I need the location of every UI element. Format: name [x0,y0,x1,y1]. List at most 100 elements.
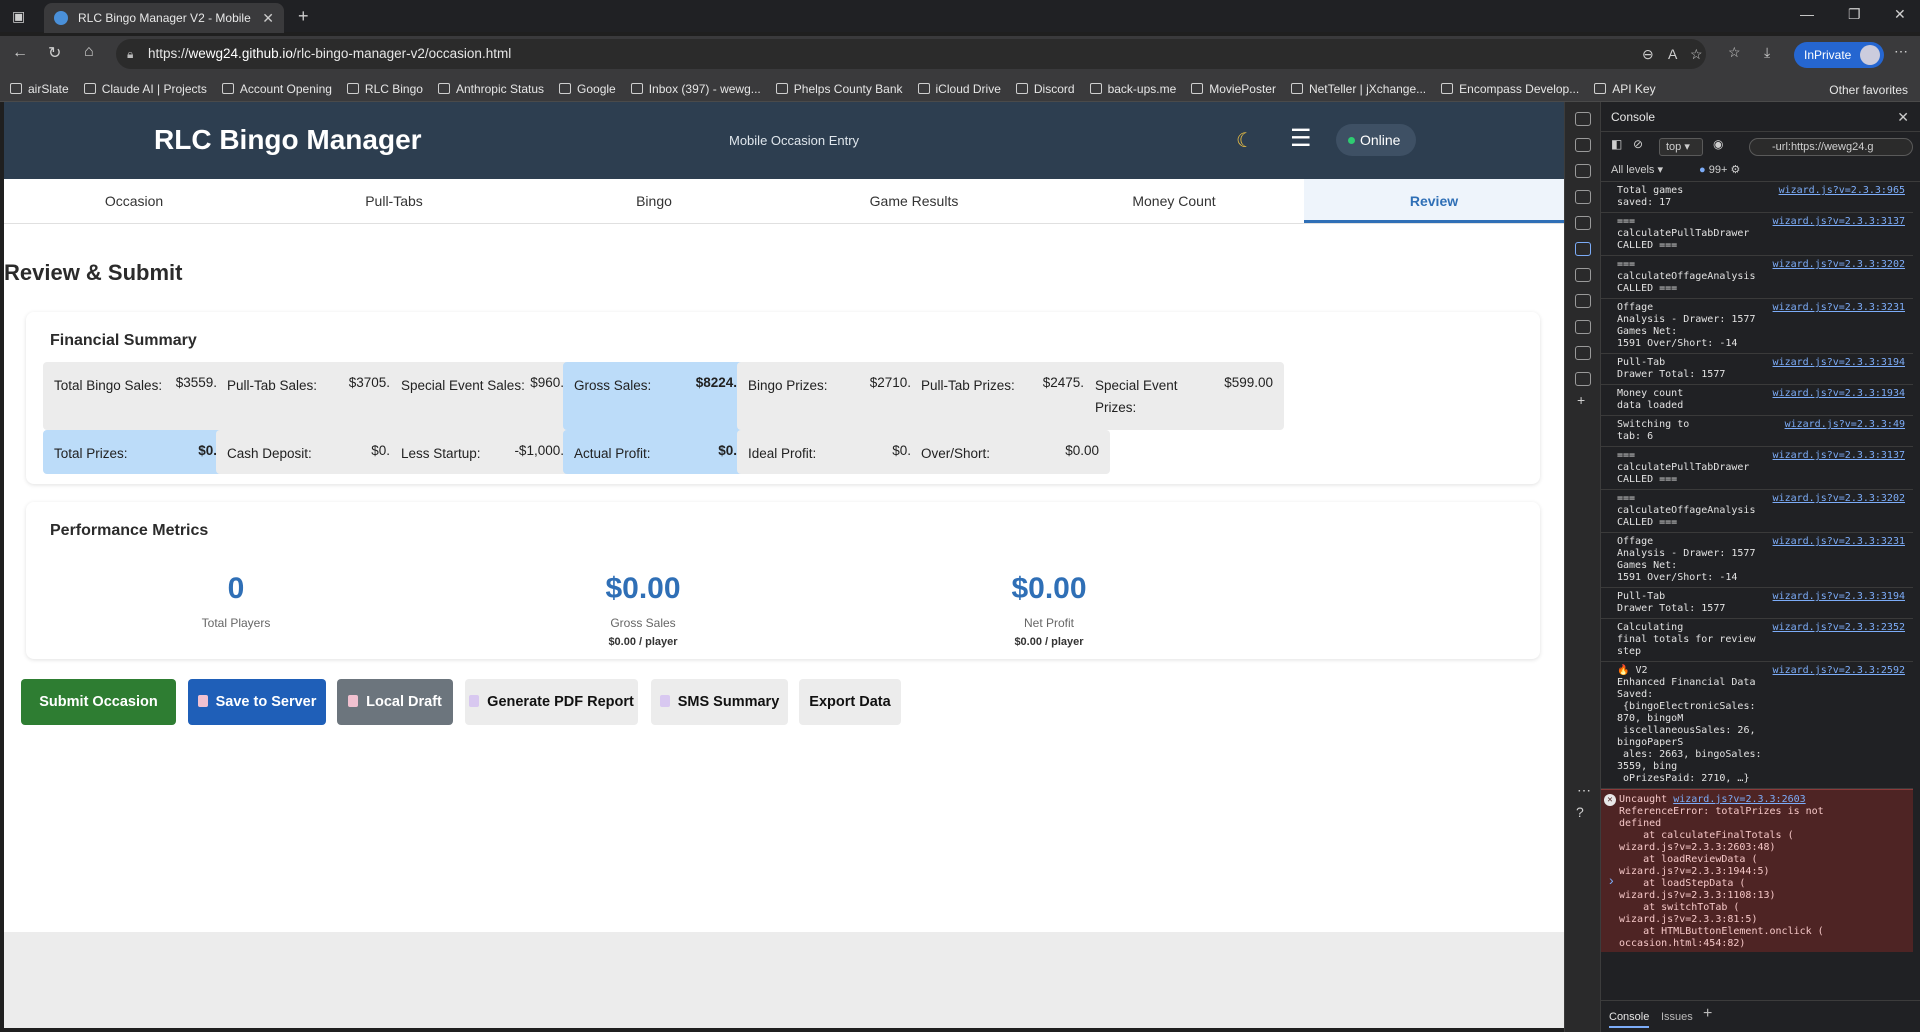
bookmark-item[interactable]: Inbox (397) - wewg... [630,82,761,96]
address-bar[interactable]: 🔒︎ https://wewg24.github.io/rlc-bingo-man… [116,39,1706,69]
console-source-link[interactable]: wizard.js?v=2.3.3:3202 [1773,259,1905,271]
zoom-icon[interactable]: ⊖ [1642,39,1654,69]
error-source-link[interactable]: wizard.js?v=2.3.3:2603 [1673,794,1805,805]
add-drawer-tab-icon[interactable]: + [1703,1005,1712,1023]
devtools-more-icon[interactable]: ⋯ [1577,782,1591,799]
bookmark-item[interactable]: airSlate [10,82,69,96]
downloads-icon[interactable]: ⤓ [1764,44,1770,61]
console-source-link[interactable]: wizard.js?v=2.3.3:3137 [1773,450,1905,462]
home-icon[interactable]: ⌂ [84,43,94,61]
console-source-link[interactable]: wizard.js?v=2.3.3:3137 [1773,216,1905,228]
read-aloud-icon[interactable]: A [1668,39,1677,69]
more-menu-icon[interactable]: ⋯ [1894,43,1908,60]
refresh-icon[interactable]: ↻ [48,43,61,63]
other-favorites[interactable]: Other favorites [1829,83,1908,97]
context-selector[interactable]: top ▾ [1659,138,1703,156]
tab-game-results[interactable]: Game Results [784,179,1044,223]
console-source-link[interactable]: wizard.js?v=2.3.3:965 [1779,185,1905,197]
export-data-button[interactable]: Export Data [799,679,901,725]
save-to-server-button[interactable]: Save to Server [188,679,326,725]
console-source-link[interactable]: wizard.js?v=2.3.3:3231 [1773,302,1905,314]
tab-occasion[interactable]: Occasion [4,179,264,223]
console-source-link[interactable]: wizard.js?v=2.3.3:2352 [1773,622,1905,634]
folder-icon [221,83,234,94]
favorites-icon[interactable]: ☆ [1728,44,1741,61]
tab-bingo[interactable]: Bingo [524,179,784,223]
console-filter-input[interactable]: -url:https://wewg24.g [1749,138,1913,156]
application-icon[interactable] [1575,372,1591,386]
bookmark-item[interactable]: iCloud Drive [917,81,1001,96]
drawer-tab-console[interactable]: Console [1609,1011,1650,1028]
debugger-icon[interactable] [1575,268,1591,282]
back-icon[interactable]: ← [12,44,28,62]
tab-pull-tabs[interactable]: Pull-Tabs [264,179,524,223]
console-source-link[interactable]: wizard.js?v=2.3.3:3231 [1773,536,1905,548]
issues-badge-icon: ● [1699,164,1706,176]
favorite-star-icon[interactable]: ☆ [1690,39,1703,69]
bookmark-item[interactable]: Anthropic Status [437,82,544,96]
welcome-icon[interactable] [1575,190,1591,204]
local-draft-button[interactable]: Local Draft [337,679,453,725]
elements-icon[interactable] [1575,164,1591,178]
bookmark-item[interactable]: Phelps County Bank [775,82,903,96]
bookmark-item[interactable]: Encompass Develop... [1441,82,1579,96]
log-levels-dropdown[interactable]: All levels ▾ [1611,163,1663,176]
dark-mode-moon-icon[interactable]: ☾ [1236,128,1254,153]
console-log-entry: === calculatePullTabDrawer CALLED === wiz… [1601,447,1913,490]
console-source-link[interactable]: wizard.js?v=2.3.3:3194 [1773,591,1905,603]
settings-gear-icon[interactable] [1575,346,1591,360]
browser-tab[interactable]: RLC Bingo Manager V2 - Mobile O ✕ [44,3,284,33]
sms-summary-button[interactable]: SMS Summary [651,679,788,725]
drawer-tab-issues[interactable]: Issues [1661,1011,1693,1023]
inspect-icon[interactable] [1575,112,1591,126]
bookmark-item[interactable]: Google [559,82,616,96]
inprivate-badge[interactable]: InPrivate [1794,42,1884,68]
financial-card-label: Total Bingo Sales: [54,378,163,393]
issues-count-badge[interactable]: ● 99+ ⚙ [1699,163,1740,176]
bookmark-item[interactable]: API Key [1594,82,1656,96]
console-source-link[interactable]: wizard.js?v=2.3.3:3202 [1773,493,1905,505]
console-prompt-icon[interactable]: › [1609,872,1614,888]
console-source-link[interactable]: wizard.js?v=2.3.3:1934 [1773,388,1905,400]
bookmark-item[interactable]: Discord [1015,82,1075,96]
metric-value: 0 [227,572,245,605]
close-window-icon[interactable]: ✕ [1894,6,1906,23]
console-source-link[interactable]: wizard.js?v=2.3.3:3194 [1773,357,1905,369]
more-tools-plus-icon[interactable]: + [1577,392,1585,408]
generate-pdf-report-button[interactable]: Generate PDF Report [465,679,638,725]
console-filter-value: -url:https://wewg24.g [1772,141,1874,153]
tab-actions-icon[interactable]: ▣ [12,8,25,25]
financial-card-label: Ideal Profit: [748,446,817,461]
metric-card: $0.00 Net Profit $0.00 / player [889,572,1209,648]
bookmark-label: Account Opening [239,81,332,96]
bookmark-item[interactable]: Claude AI | Projects [83,82,207,96]
bookmark-item[interactable]: MoviePoster [1191,82,1276,96]
live-expression-eye-icon[interactable]: ◉ [1713,137,1723,151]
help-icon[interactable]: ? [1576,804,1584,820]
tab-review[interactable]: Review [1304,179,1564,223]
submit-occasion-button[interactable]: Submit Occasion [21,679,176,725]
clear-console-icon[interactable]: ⊘ [1633,137,1643,151]
action-button-label: Save to Server [215,694,317,710]
bookmark-label: iCloud Drive [935,81,1001,96]
bookmark-item[interactable]: back-ups.me [1089,82,1176,96]
new-tab-icon[interactable]: + [298,6,309,27]
console-source-link[interactable]: wizard.js?v=2.3.3:2592 [1773,665,1905,677]
tab-money-count[interactable]: Money Count [1044,179,1304,223]
bookmark-item[interactable]: RLC Bingo [346,82,423,96]
console-source-link[interactable]: wizard.js?v=2.3.3:49 [1785,419,1905,431]
close-tab-icon[interactable]: ✕ [262,10,274,27]
metric-per-player: $0.00 / player [1014,636,1084,648]
hamburger-menu-icon[interactable]: ☰ [1290,124,1312,153]
restore-icon[interactable]: ❐ [1848,6,1861,23]
console-icon[interactable] [1575,242,1591,256]
sidebar-toggle-icon[interactable]: ◧ [1611,137,1622,151]
device-toolbar-icon[interactable] [1575,138,1591,152]
minimize-icon[interactable]: — [1800,6,1814,22]
performance-icon[interactable] [1575,320,1591,334]
bookmark-item[interactable]: NetTeller | jXchange... [1290,82,1426,96]
close-devtools-icon[interactable]: ✕ [1897,102,1909,132]
bookmark-item[interactable]: Account Opening [221,81,332,96]
sources-icon[interactable] [1575,216,1591,230]
network-icon[interactable] [1575,294,1591,308]
